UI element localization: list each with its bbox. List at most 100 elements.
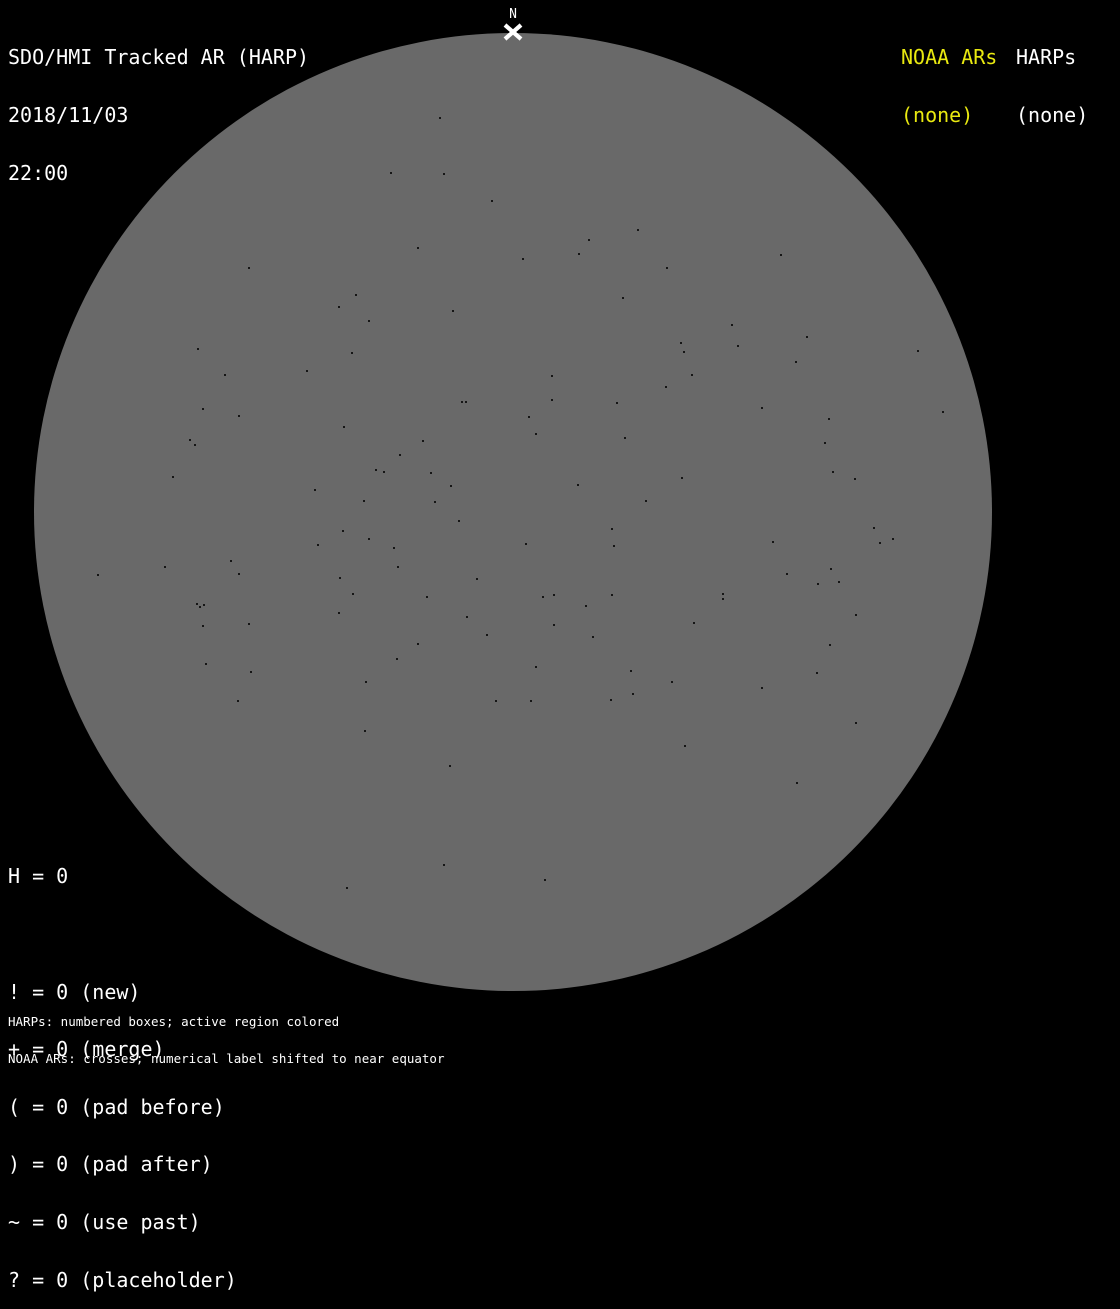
speckle-dot (761, 687, 763, 689)
speckle-dot (829, 644, 831, 646)
screenshot-root: { "header": { "title": "SDO/HMI Tracked … (0, 0, 1120, 1290)
speckle-dot (196, 603, 198, 605)
speckle-dot (942, 411, 944, 413)
speckle-dot (588, 239, 590, 241)
speckle-dot (637, 229, 639, 231)
speckle-dot (551, 399, 553, 401)
speckle-dot (722, 598, 724, 600)
speckle-dot (458, 520, 460, 522)
speckle-dot (855, 722, 857, 724)
speckle-dot (761, 407, 763, 409)
harps-label: HARPs (1016, 45, 1077, 70)
speckle-dot (495, 700, 497, 702)
speckle-dot (684, 745, 686, 747)
speckle-dot (417, 643, 419, 645)
speckle-dot (199, 606, 201, 608)
speckle-dot (780, 254, 782, 256)
speckle-dot (786, 573, 788, 575)
speckle-dot (535, 666, 537, 668)
legend-spacer (8, 925, 237, 944)
speckle-dot (338, 306, 340, 308)
speckle-dot (680, 342, 682, 344)
noaa-ars-status: NOAA ARs (none) (901, 10, 997, 144)
speckle-dot (250, 671, 252, 673)
speckle-dot (624, 437, 626, 439)
speckle-dot (399, 454, 401, 456)
speckle-dot (722, 593, 724, 595)
speckle-dot (439, 117, 441, 119)
speckle-dot (342, 530, 344, 532)
footnote-noaa: NOAA ARs: crosses; numerical label shift… (8, 1051, 445, 1067)
speckle-dot (450, 485, 452, 487)
speckle-dot (691, 374, 693, 376)
speckle-dot (197, 348, 199, 350)
speckle-dot (452, 310, 454, 312)
speckle-dot (879, 542, 881, 544)
legend-item-use-past: ~ = 0 (use past) (8, 1210, 201, 1235)
speckle-dot (824, 442, 826, 444)
speckle-dot (352, 593, 354, 595)
north-marker-icon (503, 23, 523, 41)
speckle-dot (683, 351, 685, 353)
speckle-dot (553, 624, 555, 626)
speckle-dot (466, 616, 468, 618)
speckle-dot (476, 578, 478, 580)
speckle-dot (338, 612, 340, 614)
harps-status: HARPs (none) (1016, 10, 1088, 144)
speckle-dot (611, 594, 613, 596)
speckle-dot (873, 527, 875, 529)
speckle-dot (355, 294, 357, 296)
speckle-dot (248, 267, 250, 269)
speckle-dot (671, 681, 673, 683)
speckle-dot (97, 574, 99, 576)
speckle-dot (248, 623, 250, 625)
speckle-dot (817, 583, 819, 585)
speckle-dot (346, 887, 348, 889)
speckle-dot (828, 418, 830, 420)
speckle-dot (417, 247, 419, 249)
speckle-dot (592, 636, 594, 638)
speckle-dot (368, 538, 370, 540)
speckle-dot (917, 350, 919, 352)
speckle-dot (616, 402, 618, 404)
legend-item-placeholder: ? = 0 (placeholder) (8, 1267, 237, 1292)
speckle-dot (611, 528, 613, 530)
speckle-dot (339, 577, 341, 579)
speckle-dot (830, 568, 832, 570)
speckle-dot (465, 401, 467, 403)
image-time: 22:00 (8, 160, 69, 185)
speckle-dot (610, 699, 612, 701)
speckle-dot (854, 478, 856, 480)
speckle-dot (613, 545, 615, 547)
speckle-dot (383, 471, 385, 473)
speckle-dot (693, 622, 695, 624)
legend-item-pad-before: ( = 0 (pad before) (8, 1094, 225, 1119)
north-label: N (509, 7, 517, 22)
speckle-dot (393, 547, 395, 549)
noaa-ars-label: NOAA ARs (901, 45, 998, 70)
speckle-dot (238, 573, 240, 575)
speckle-dot (224, 374, 226, 376)
speckle-dot (731, 324, 733, 326)
speckle-dot (544, 879, 546, 881)
speckle-dot (578, 253, 580, 255)
speckle-dot (172, 476, 174, 478)
speckle-dot (230, 560, 232, 562)
speckle-dot (202, 625, 204, 627)
speckle-dot (351, 352, 353, 354)
speckle-dot (535, 433, 537, 435)
speckle-dot (306, 370, 308, 372)
footnote-harps: HARPs: numbered boxes; active region col… (8, 1014, 340, 1030)
image-title: SDO/HMI Tracked AR (HARP) (8, 45, 310, 70)
speckle-dot (585, 605, 587, 607)
speckle-dot (189, 439, 191, 441)
speckle-dot (202, 408, 204, 410)
speckle-dot (681, 477, 683, 479)
noaa-ars-value: (none) (901, 103, 974, 128)
speckle-dot (449, 765, 451, 767)
speckle-dot (630, 670, 632, 672)
speckle-dot (390, 172, 392, 174)
speckle-dot (795, 361, 797, 363)
speckle-dot (397, 566, 399, 568)
speckle-dot (838, 581, 840, 583)
